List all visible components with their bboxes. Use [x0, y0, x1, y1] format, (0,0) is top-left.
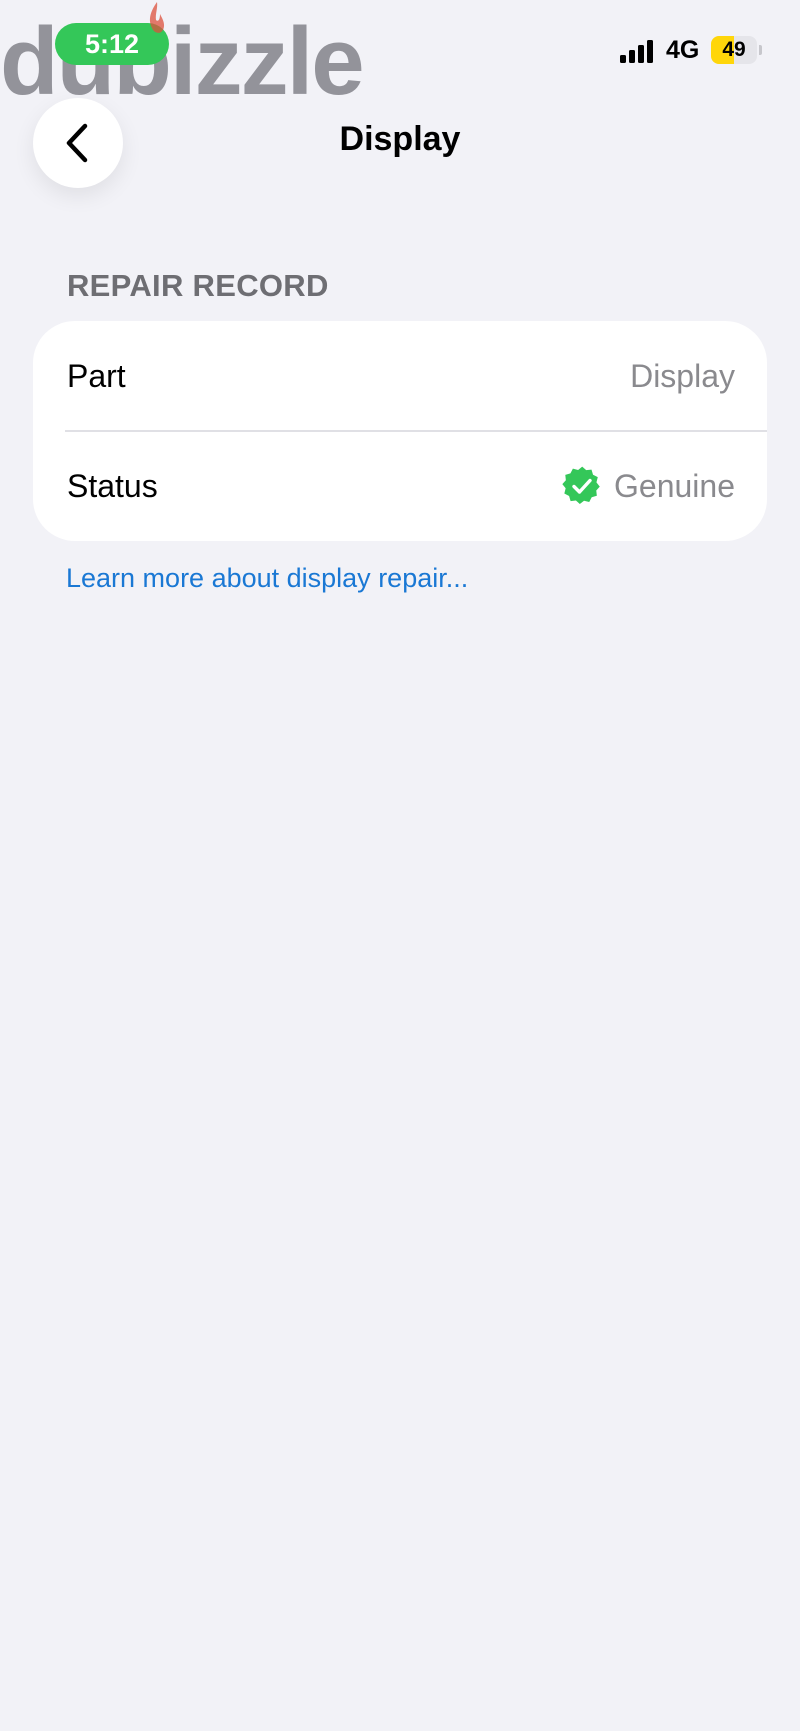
- part-value: Display: [630, 358, 735, 395]
- repair-record-card: Part Display Status Genuine: [33, 321, 767, 541]
- section-header-repair-record: REPAIR RECORD: [67, 268, 329, 303]
- part-value-text: Display: [630, 357, 735, 394]
- flame-icon: [149, 2, 165, 33]
- part-label: Part: [67, 357, 126, 394]
- status-value-text: Genuine: [614, 467, 735, 504]
- battery-icon: 49: [711, 36, 757, 64]
- chevron-left-icon: [66, 123, 88, 163]
- status-label: Status: [67, 467, 158, 504]
- battery-tip: [759, 45, 762, 55]
- learn-more-link[interactable]: Learn more about display repair...: [66, 563, 468, 594]
- status-value: Genuine: [562, 466, 735, 506]
- part-row: Part Display: [33, 321, 767, 431]
- status-row: Status Genuine: [33, 431, 767, 541]
- watermark-logo: dubizzle: [0, 8, 365, 115]
- network-type-label: 4G: [666, 36, 700, 64]
- battery-percentage: 49: [722, 38, 746, 61]
- cellular-signal-icon: [620, 37, 656, 63]
- verified-check-icon: [562, 466, 600, 505]
